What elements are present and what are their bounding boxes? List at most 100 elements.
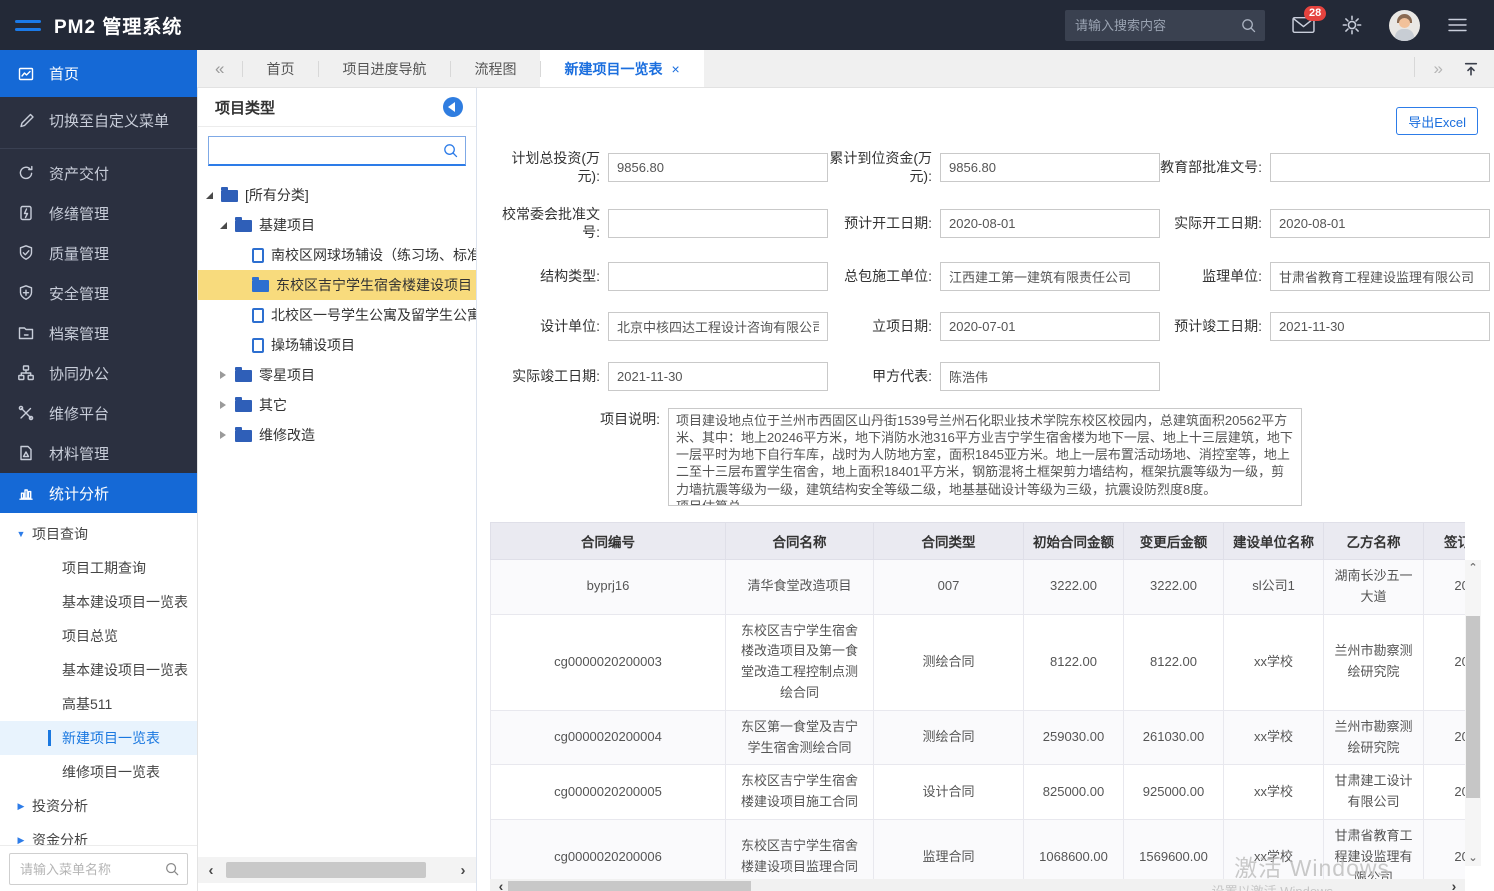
tree-node-0[interactable]: [所有分类]: [198, 180, 476, 210]
sidebar-item-stats-analysis[interactable]: 统计分析: [0, 473, 197, 513]
search-icon[interactable]: [164, 861, 180, 877]
submenu-item-5[interactable]: 高基511: [0, 687, 197, 721]
submenu-item-3[interactable]: 项目总览: [0, 619, 197, 653]
menu-icon[interactable]: [1447, 17, 1468, 33]
mail-button[interactable]: 28: [1292, 16, 1315, 34]
tree-node-4[interactable]: 北校区一号学生公寓及留学生公寓楼建设: [198, 300, 476, 330]
field-input-owner-representative[interactable]: [940, 362, 1160, 391]
close-icon[interactable]: ×: [671, 61, 679, 77]
collapse-arrow-icon[interactable]: [220, 371, 235, 379]
column-header-6[interactable]: 乙方名称: [1324, 523, 1424, 560]
submenu-item-1[interactable]: 项目工期查询: [0, 551, 197, 585]
gear-button[interactable]: [1342, 15, 1362, 35]
scrollbar-thumb[interactable]: [226, 862, 426, 878]
tree-node-6[interactable]: 零星项目: [198, 360, 476, 390]
field-label-project-description: 项目说明:: [490, 408, 668, 506]
cell-0-1: 清华食堂改造项目: [726, 560, 874, 615]
sidebar-menu: 首页切换至自定义菜单资产交付修缮管理质量管理安全管理档案管理协同办公维修平台材料…: [0, 50, 197, 513]
global-search-input[interactable]: [1065, 10, 1265, 41]
table-row-1[interactable]: cg0000020200003东校区吉宁学生宿舍楼改造项目及第一食堂改造工程控制…: [491, 614, 1466, 710]
field-input-planned-completion-date[interactable]: [1270, 312, 1490, 341]
collapse-arrow-icon[interactable]: [220, 431, 235, 439]
field-input-actual-start-date[interactable]: [1270, 209, 1490, 238]
sidebar-item-repair-mgmt[interactable]: 修缮管理: [0, 193, 197, 233]
scrollbar-thumb[interactable]: [1466, 616, 1480, 798]
tree-node-1[interactable]: 基建项目: [198, 210, 476, 240]
field-input-moe-approval-no[interactable]: [1270, 153, 1490, 182]
sidebar-item-maintenance-platform[interactable]: 维修平台: [0, 393, 197, 433]
field-input-accumulated-funds[interactable]: [940, 153, 1160, 182]
table-vertical-scrollbar[interactable]: ⌃ ⌄: [1465, 560, 1481, 866]
column-header-0[interactable]: 合同编号: [491, 523, 726, 560]
tab-3[interactable]: 新建项目一览表×: [540, 50, 703, 87]
cell-1-1: 东校区吉宁学生宿舍楼改造项目及第一食堂改造工程控制点测绘合同: [726, 614, 874, 710]
cell-4-3: 1068600.00: [1024, 819, 1124, 880]
search-icon[interactable]: [436, 142, 465, 159]
submenu-item-7[interactable]: 维修项目一览表: [0, 755, 197, 789]
field-input-project-description[interactable]: 项目建设地点位于兰州市西固区山丹街1539号兰州石化职业技术学院东校区校园内，总…: [668, 408, 1302, 506]
panel-collapse-button[interactable]: [443, 97, 463, 117]
column-header-1[interactable]: 合同名称: [726, 523, 874, 560]
submenu-item-8[interactable]: ▶投资分析: [0, 789, 197, 823]
field-input-supervision-unit[interactable]: [1270, 262, 1490, 291]
tree-node-2[interactable]: 南校区网球场辅设（练习场、标准场）工程: [198, 240, 476, 270]
scroll-right-icon[interactable]: ›: [450, 862, 476, 879]
table-row-2[interactable]: cg0000020200004东区第一食堂及吉宁学生宿舍测绘合同测绘合同2590…: [491, 710, 1466, 765]
search-icon[interactable]: [1240, 17, 1257, 34]
sidebar-item-archive-mgmt[interactable]: 档案管理: [0, 313, 197, 353]
submenu-item-9[interactable]: ▶资金分析: [0, 823, 197, 845]
tabs-back-button[interactable]: «: [197, 50, 242, 87]
submenu-item-4[interactable]: 基本建设项目一览表: [0, 653, 197, 687]
collapse-tabs-icon[interactable]: [1463, 61, 1479, 77]
scroll-up-icon[interactable]: ⌃: [1465, 560, 1481, 576]
sidebar-item-switch-custom-menu[interactable]: 切换至自定义菜单: [0, 97, 197, 144]
sidebar-item-asset-delivery[interactable]: 资产交付: [0, 153, 197, 193]
scroll-right-icon[interactable]: ›: [1445, 879, 1463, 891]
sidebar-item-safety-mgmt[interactable]: 安全管理: [0, 273, 197, 313]
expand-arrow-icon[interactable]: [220, 222, 235, 229]
tree-horizontal-scrollbar[interactable]: ‹ ›: [198, 857, 476, 883]
tree-node-5[interactable]: 操场辅设项目: [198, 330, 476, 360]
avatar[interactable]: [1389, 10, 1420, 41]
sidebar-item-material-mgmt[interactable]: 材料管理: [0, 433, 197, 473]
column-header-2[interactable]: 合同类型: [874, 523, 1024, 560]
table-row-4[interactable]: cg0000020200006东校区吉宁学生宿舍楼建设项目监理合同监理合同106…: [491, 819, 1466, 880]
submenu-item-6[interactable]: 新建项目一览表: [0, 721, 197, 755]
field-input-approval-date[interactable]: [940, 312, 1160, 341]
column-header-5[interactable]: 建设单位名称: [1224, 523, 1324, 560]
field-input-school-committee-approval-no[interactable]: [608, 209, 828, 238]
expand-arrow-icon[interactable]: [206, 192, 221, 199]
column-header-3[interactable]: 初始合同金额: [1024, 523, 1124, 560]
hamburger-icon[interactable]: [15, 15, 41, 36]
collapse-arrow-icon[interactable]: [220, 401, 235, 409]
field-input-planned-total-investment[interactable]: [608, 153, 828, 182]
tree-search-input[interactable]: [209, 137, 436, 164]
field-input-structure-type[interactable]: [608, 262, 828, 291]
table-horizontal-scrollbar[interactable]: ‹ ›: [490, 879, 1465, 891]
table-row-0[interactable]: byprj16清华食堂改造项目0073222.003222.00sl公司1湖南长…: [491, 560, 1466, 615]
tab-1[interactable]: 项目进度导航: [318, 50, 450, 87]
field-input-planned-start-date[interactable]: [940, 209, 1160, 238]
menu-search-input[interactable]: [9, 853, 188, 885]
tabs-forward-button[interactable]: »: [1414, 59, 1443, 79]
field-input-actual-completion-date[interactable]: [608, 362, 828, 391]
export-excel-button[interactable]: 导出Excel: [1396, 107, 1478, 135]
submenu-item-0[interactable]: ▼项目查询: [0, 517, 197, 551]
sidebar-item-home[interactable]: 首页: [0, 50, 197, 97]
scrollbar-thumb[interactable]: [508, 881, 751, 891]
tree-node-7[interactable]: 其它: [198, 390, 476, 420]
column-header-7[interactable]: 签订日期: [1424, 523, 1466, 560]
submenu-item-2[interactable]: 基本建设项目一览表: [0, 585, 197, 619]
table-row-3[interactable]: cg0000020200005东校区吉宁学生宿舍楼建设项目施工合同设计合同825…: [491, 765, 1466, 820]
tree-node-3[interactable]: 东校区吉宁学生宿舍楼建设项目: [198, 270, 476, 300]
tab-0[interactable]: 首页: [242, 50, 318, 87]
scroll-down-icon[interactable]: ⌄: [1465, 850, 1481, 866]
sidebar-item-collab-office[interactable]: 协同办公: [0, 353, 197, 393]
tree-node-8[interactable]: 维修改造: [198, 420, 476, 450]
field-input-general-contractor[interactable]: [940, 262, 1160, 291]
sidebar-item-quality-mgmt[interactable]: 质量管理: [0, 233, 197, 273]
scroll-left-icon[interactable]: ‹: [198, 862, 224, 879]
tab-2[interactable]: 流程图: [450, 50, 540, 87]
field-input-design-unit[interactable]: [608, 312, 828, 341]
column-header-4[interactable]: 变更后金额: [1124, 523, 1224, 560]
